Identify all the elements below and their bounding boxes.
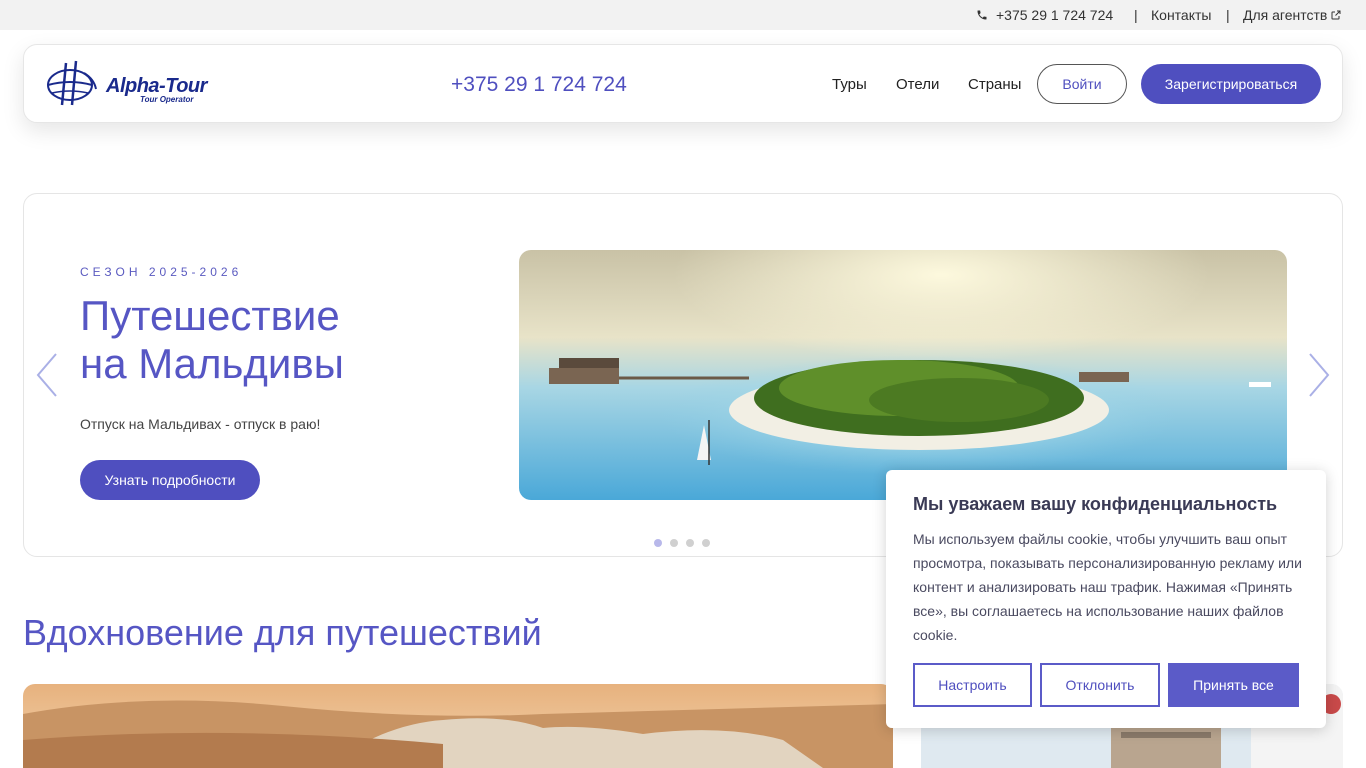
slider-dot-2[interactable]	[670, 539, 678, 547]
nav-hotels[interactable]: Отели	[896, 76, 939, 93]
top-utility-bar: +375 29 1 724 724 | Контакты | Для агент…	[0, 0, 1366, 30]
nav-countries[interactable]: Страны	[968, 76, 1021, 93]
logo-tagline: Tour Operator	[140, 95, 194, 104]
contacts-link[interactable]: Контакты	[1151, 7, 1211, 23]
hero-subtitle: Отпуск на Мальдивах - отпуск в раю!	[80, 416, 321, 432]
cookie-customize-button[interactable]: Настроить	[913, 663, 1032, 707]
cookie-dialog-title: Мы уважаем вашу конфиденциальность	[913, 494, 1278, 514]
hero-title-line-2: на Мальдивы	[80, 340, 344, 387]
phone-icon	[977, 10, 987, 20]
site-header: Alpha-Tour Tour Operator +375 29 1 724 7…	[23, 44, 1343, 123]
slider-pagination	[654, 539, 710, 547]
slider-next-arrow-icon[interactable]	[1304, 350, 1334, 400]
nav-tours[interactable]: Туры	[832, 76, 867, 93]
slider-dot-1[interactable]	[654, 539, 662, 547]
divider: |	[1134, 7, 1138, 23]
hero-title-line-1: Путешествие	[80, 292, 340, 339]
cookie-reject-button[interactable]: Отклонить	[1040, 663, 1160, 707]
desert-image	[23, 684, 893, 768]
external-link-icon	[1331, 10, 1341, 20]
header-phone-link[interactable]: +375 29 1 724 724	[451, 73, 627, 97]
slider-prev-arrow-icon[interactable]	[32, 350, 62, 400]
topbar-phone-link[interactable]: +375 29 1 724 724	[976, 7, 1113, 23]
agencies-link[interactable]: Для агентств	[1243, 7, 1342, 23]
register-button[interactable]: Зарегистрироваться	[1141, 64, 1321, 104]
divider: |	[1226, 7, 1230, 23]
slider-dot-3[interactable]	[686, 539, 694, 547]
season-label: СЕЗОН 2025-2026	[80, 265, 243, 279]
section-title: Вдохновение для путешествий	[23, 612, 542, 653]
cookie-consent-dialog: Мы уважаем вашу конфиденциальность Мы ис…	[886, 470, 1326, 728]
brand-logo[interactable]: Alpha-Tour Tour Operator	[44, 59, 234, 107]
login-button[interactable]: Войти	[1037, 64, 1127, 104]
topbar-phone-text: +375 29 1 724 724	[996, 7, 1114, 23]
hero-title: Путешествие на Мальдивы	[80, 292, 344, 388]
inspiration-card-desert[interactable]	[23, 684, 893, 768]
cookie-accept-all-button[interactable]: Принять все	[1168, 663, 1299, 707]
cookie-dialog-text: Мы используем файлы cookie, чтобы улучши…	[913, 531, 1302, 643]
slider-dot-4[interactable]	[702, 539, 710, 547]
agencies-link-label: Для агентств	[1243, 7, 1328, 23]
maldives-island-image	[519, 250, 1287, 500]
globe-logo-icon	[47, 60, 97, 106]
learn-more-button[interactable]: Узнать подробности	[80, 460, 260, 500]
island-photo-graphic	[519, 250, 1287, 500]
